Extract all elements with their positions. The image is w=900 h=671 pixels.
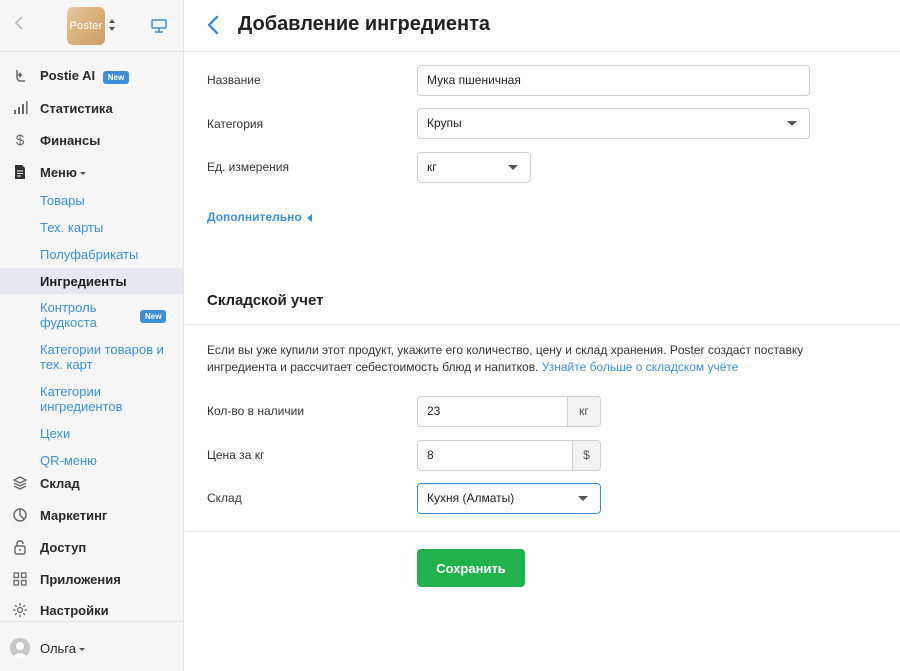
back-arrow-icon[interactable]	[205, 13, 221, 37]
submenu-workshops[interactable]: Цехи	[40, 426, 70, 441]
ai-spark-icon	[11, 67, 29, 85]
name-value: Мука пшеничная	[427, 73, 521, 87]
dropdown-caret-icon	[787, 121, 797, 126]
sidebar-item-marketing[interactable]: Маркетинг	[0, 500, 183, 530]
submenu-goods-categories[interactable]: Категории товаров и тех. карт	[40, 342, 175, 372]
sidebar-item-statistics[interactable]: Статистика	[0, 93, 183, 123]
dropdown-caret-icon	[578, 496, 588, 501]
lock-icon	[11, 538, 29, 556]
sidebar-item-label: Меню	[40, 164, 78, 180]
pos-terminal-icon[interactable]	[150, 17, 168, 35]
unit-label: Ед. измерения	[207, 160, 289, 174]
warehouse-label: Склад	[207, 491, 242, 505]
layers-icon	[11, 474, 29, 492]
name-input[interactable]: Мука пшеничная	[417, 65, 810, 96]
sidebar-item-label: Финансы	[40, 132, 101, 148]
more-options-label: Дополнительно	[207, 210, 302, 224]
submenu-semi-finished[interactable]: Полуфабрикаты	[40, 247, 138, 262]
user-menu[interactable]: Ольга	[0, 621, 183, 671]
chevron-down-icon	[80, 171, 87, 175]
save-button[interactable]: Сохранить	[417, 549, 525, 587]
sidebar-item-label: Приложения	[40, 571, 121, 587]
sidebar-item-menu[interactable]: Меню	[0, 157, 183, 187]
divider	[185, 324, 900, 325]
submenu-qr-menu[interactable]: QR-меню	[40, 453, 97, 468]
sidebar-item-label: Доступ	[40, 539, 87, 555]
category-select[interactable]: Крупы	[417, 108, 810, 139]
gear-icon	[11, 601, 29, 619]
price-input[interactable]: 8 $	[417, 440, 601, 471]
warehouse-value: Кухня (Алматы)	[427, 491, 515, 505]
submenu-goods[interactable]: Товары	[40, 193, 85, 208]
collapse-sidebar-icon[interactable]	[10, 14, 28, 36]
unit-value: кг	[427, 160, 437, 174]
sidebar-item-apps[interactable]: Приложения	[0, 564, 183, 594]
currency-addon: $	[572, 441, 600, 470]
sidebar-item-label: Статистика	[40, 100, 113, 116]
quantity-label: Кол-во в наличии	[207, 404, 305, 418]
avatar	[10, 638, 30, 658]
grid-icon	[11, 570, 29, 588]
sidebar-item-access[interactable]: Доступ	[0, 532, 183, 562]
user-name: Ольга	[40, 641, 77, 656]
divider	[185, 531, 900, 532]
dollar-icon: $	[11, 131, 29, 149]
document-icon	[11, 163, 29, 181]
sidebar-item-finance[interactable]: $ Финансы	[0, 125, 183, 155]
category-value: Крупы	[427, 116, 462, 130]
new-badge: New	[102, 71, 130, 84]
sidebar-item-label: Postie AI	[40, 68, 96, 83]
sidebar-item-label: Склад	[40, 475, 80, 491]
submenu-foodcost[interactable]: Контроль фудкоста	[40, 300, 130, 330]
bar-chart-icon	[11, 99, 29, 117]
stock-description: Если вы уже купили этот продукт, укажите…	[207, 342, 837, 376]
new-badge: New	[140, 310, 167, 323]
submenu-ingredient-categories[interactable]: Категории ингредиентов	[40, 384, 140, 414]
category-label: Категория	[207, 117, 264, 131]
chevron-down-icon	[79, 648, 86, 652]
pie-chart-icon	[11, 506, 29, 524]
submenu-ingredients[interactable]: Ингредиенты	[40, 274, 127, 289]
quantity-value: 23	[427, 404, 441, 418]
name-label: Название	[207, 73, 261, 87]
more-options-link[interactable]: Дополнительно	[207, 210, 312, 224]
sidebar-item-label: Маркетинг	[40, 507, 108, 523]
account-logo[interactable]: Poster	[67, 7, 105, 45]
page-title: Добавление ингредиента	[238, 13, 490, 35]
warehouse-select[interactable]: Кухня (Алматы)	[417, 483, 601, 514]
quantity-input[interactable]: 23 кг	[417, 396, 601, 427]
sidebar: Poster Postie AI New Статистика $ Финанс…	[0, 0, 184, 671]
unit-select[interactable]: кг	[417, 152, 531, 183]
sidebar-item-warehouse[interactable]: Склад	[0, 468, 183, 498]
main-content: Добавление ингредиента Название Мука пше…	[185, 0, 900, 671]
submenu-tech-cards[interactable]: Тех. карты	[40, 220, 103, 235]
learn-more-link[interactable]: Узнайте больше о складском учёте	[542, 360, 739, 374]
page-header: Добавление ингредиента	[185, 0, 900, 52]
dropdown-caret-icon	[508, 165, 518, 170]
account-switch-icon[interactable]	[108, 17, 116, 33]
price-value: 8	[427, 448, 434, 462]
price-label: Цена за кг	[207, 448, 265, 462]
logo-text: Poster	[69, 20, 103, 32]
sidebar-header: Poster	[0, 0, 183, 52]
quantity-unit-addon: кг	[567, 397, 600, 426]
sidebar-item-label: Настройки	[40, 602, 109, 618]
stock-section-title: Складской учет	[207, 292, 324, 309]
svg-text:$: $	[16, 132, 25, 148]
caret-left-icon	[306, 213, 312, 222]
sidebar-item-postie-ai[interactable]: Postie AI New	[0, 61, 183, 91]
